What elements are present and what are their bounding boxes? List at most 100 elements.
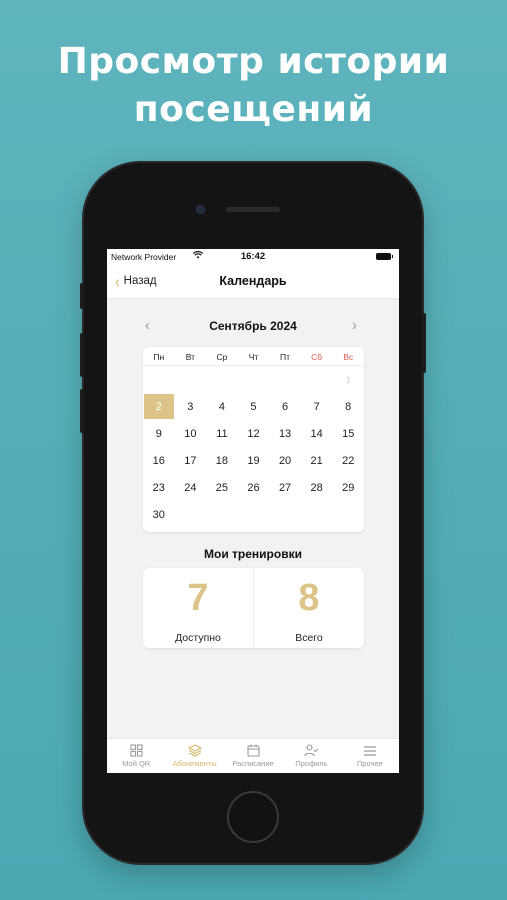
day-number: 3	[187, 400, 194, 413]
calendar-day[interactable]: 5	[238, 393, 270, 420]
weekday-sun: Вс	[343, 352, 354, 362]
status-time: 16:42	[240, 251, 266, 262]
calendar-day[interactable]: 17	[175, 447, 207, 474]
calendar-day[interactable]: 18	[206, 447, 238, 474]
calendar-day[interactable]: 21	[301, 447, 333, 474]
tab-label: Абонементы	[172, 759, 217, 768]
tab-profile[interactable]: Профиль	[282, 739, 340, 773]
day-number: 22	[342, 454, 355, 467]
tab-bar: Мой QR Абонементы Расписание Профиль Про…	[107, 738, 399, 773]
promo-headline: Просмотр истории посещений	[0, 38, 507, 134]
calendar-grid: Пн Вт Ср Чт Пт Сб Вс 1 2 3 4 5 6 7 8 9 10 11 12 13 1…	[143, 347, 364, 532]
day-number: 10	[184, 427, 197, 440]
calendar-day[interactable]: 26	[238, 474, 270, 501]
day-number: 18	[215, 454, 229, 467]
tab-my-qr[interactable]: Мой QR	[107, 739, 165, 773]
weekday-sat: Сб	[311, 352, 323, 362]
weekday-thu: Чт	[248, 352, 259, 362]
day-number: 16	[152, 454, 165, 467]
calendar-day[interactable]: 12	[238, 420, 270, 447]
calendar-day-selected[interactable]: 2	[143, 393, 175, 420]
calendar-day[interactable]: 28	[301, 474, 333, 501]
calendar-day[interactable]: 25	[206, 474, 238, 501]
calendar-day[interactable]: 22	[332, 447, 364, 474]
calendar-day[interactable]: 13	[269, 420, 301, 447]
day-number: 27	[278, 481, 292, 494]
tab-subscriptions[interactable]: Абонементы	[165, 739, 223, 773]
total-label: Всего	[295, 632, 323, 644]
tab-label: Профиль	[295, 759, 328, 768]
day-number: 24	[184, 481, 197, 494]
calendar-day[interactable]: 4	[206, 393, 238, 420]
calendar-day[interactable]: 3	[175, 393, 207, 420]
day-number: 2	[143, 394, 174, 419]
month-switcher: ‹ Сентябрь 2024 ›	[107, 316, 399, 338]
day-number: 29	[342, 481, 355, 494]
calendar-day[interactable]: 8	[332, 393, 364, 420]
stat-available: 7 Доступно	[143, 568, 253, 648]
day-number: 11	[216, 427, 228, 440]
day-number: 14	[310, 427, 323, 440]
day-number: 4	[218, 400, 225, 413]
prev-month-icon[interactable]: ‹	[145, 317, 150, 334]
earpiece-speaker	[226, 207, 280, 212]
tab-label: Расписание	[232, 759, 274, 768]
front-camera	[196, 205, 205, 214]
day-number: 20	[278, 454, 292, 467]
status-bar: Network Provider 16:42	[107, 249, 399, 265]
day-number: 25	[215, 481, 229, 494]
day-number: 21	[310, 454, 323, 467]
tab-schedule[interactable]: Расписание	[224, 739, 282, 773]
day-number: 6	[282, 400, 289, 413]
day-number: 13	[278, 427, 292, 440]
calendar-day[interactable]: 11	[206, 420, 238, 447]
calendar-day[interactable]: 30	[143, 501, 175, 528]
phone-volume-down	[80, 389, 84, 433]
layers-icon	[165, 743, 223, 758]
phone-volume-up	[80, 333, 84, 377]
tab-more[interactable]: Прочее	[341, 739, 399, 773]
calendar-icon	[224, 743, 282, 758]
trainings-stats: 7 Доступно 8 Всего	[143, 568, 364, 648]
weekday-tue: Вт	[185, 352, 195, 362]
total-count: 8	[298, 577, 320, 619]
calendar-day[interactable]: 7	[301, 393, 333, 420]
calendar-day[interactable]: 24	[175, 474, 207, 501]
calendar-day[interactable]: 19	[238, 447, 270, 474]
day-number: 19	[247, 454, 260, 467]
calendar-day[interactable]: 6	[269, 393, 301, 420]
calendar-day[interactable]: 16	[143, 447, 175, 474]
weekday-fri: Пт	[280, 352, 291, 362]
qr-grid-icon	[107, 743, 165, 758]
phone-frame: Network Provider 16:42 ‹ Назад Календарь…	[80, 163, 426, 863]
day-number: 7	[313, 400, 320, 413]
stat-total: 8 Всего	[253, 568, 364, 648]
calendar-day[interactable]: 10	[175, 420, 207, 447]
trainings-title: Мои тренировки	[204, 547, 302, 561]
day-number: 9	[155, 427, 162, 440]
calendar-day[interactable]: 29	[332, 474, 364, 501]
next-month-icon[interactable]: ›	[352, 317, 357, 334]
day-number: 26	[247, 481, 260, 494]
app-screen: Network Provider 16:42 ‹ Назад Календарь…	[107, 249, 399, 773]
calendar-day[interactable]: 23	[143, 474, 175, 501]
day-number: 15	[342, 427, 355, 440]
day-number: 5	[250, 400, 257, 413]
calendar-day-outside: 1	[345, 374, 351, 385]
weekday-mon: Пн	[153, 352, 165, 362]
calendar-day[interactable]: 15	[332, 420, 364, 447]
headline-line-2: посещений	[133, 89, 374, 130]
calendar-day[interactable]: 20	[269, 447, 301, 474]
calendar-day[interactable]: 9	[143, 420, 175, 447]
calendar-day[interactable]: 14	[301, 420, 333, 447]
profile-check-icon	[282, 743, 340, 758]
page-title: Календарь	[219, 274, 287, 288]
headline-line-1: Просмотр истории	[57, 41, 450, 82]
day-number: 28	[310, 481, 323, 494]
day-number: 12	[247, 427, 260, 440]
calendar-day[interactable]: 27	[269, 474, 301, 501]
phone-mute-switch	[80, 283, 84, 309]
day-number: 23	[152, 481, 165, 494]
available-label: Доступно	[175, 632, 221, 644]
home-button[interactable]	[227, 791, 279, 843]
